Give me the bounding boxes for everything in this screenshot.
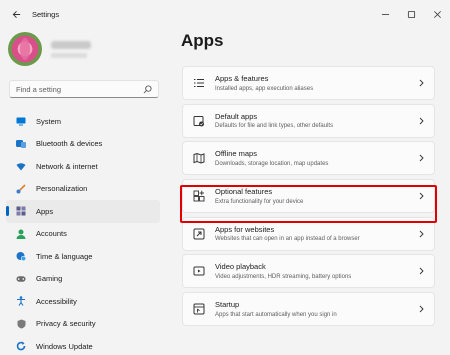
sidebar-item-label: Accessibility bbox=[36, 296, 77, 306]
default-apps-icon bbox=[193, 115, 205, 127]
window-title: Settings bbox=[32, 9, 60, 19]
brush-icon bbox=[16, 184, 26, 194]
card-title: Optional features bbox=[215, 187, 273, 197]
back-arrow-icon bbox=[12, 10, 20, 18]
sidebar-item-windows-update[interactable]: Windows Update bbox=[6, 335, 160, 355]
card-title: Video playback bbox=[215, 262, 266, 272]
sidebar-item-accounts[interactable]: Accounts bbox=[6, 223, 160, 246]
window-controls bbox=[372, 0, 450, 28]
sidebar-item-apps[interactable]: Apps bbox=[6, 200, 160, 223]
person-icon bbox=[16, 229, 26, 239]
video-playback-card[interactable]: Video playback Video adjustments, HDR str… bbox=[182, 254, 435, 289]
optional-features-card[interactable]: Optional features Extra functionality for… bbox=[182, 179, 435, 214]
list-icon bbox=[193, 77, 205, 89]
sidebar-item-bluetooth[interactable]: Bluetooth & devices bbox=[6, 133, 160, 156]
user-profile[interactable] bbox=[8, 32, 91, 66]
sidebar-item-personalization[interactable]: Personalization bbox=[6, 178, 160, 201]
sidebar-item-label: Time & language bbox=[36, 251, 93, 261]
sidebar-item-time-language[interactable]: Time & language bbox=[6, 245, 160, 268]
profile-email-blurred bbox=[51, 52, 87, 58]
back-button[interactable] bbox=[2, 0, 30, 28]
chevron-right-icon bbox=[419, 79, 424, 87]
sidebar: System Bluetooth & devices Network & int… bbox=[0, 28, 168, 355]
gamepad-icon bbox=[16, 274, 26, 284]
card-description: Defaults for file and link types, other … bbox=[215, 123, 334, 130]
search-box[interactable] bbox=[9, 80, 159, 98]
card-description: Apps that start automatically when you s… bbox=[215, 311, 337, 318]
card-title: Apps for websites bbox=[215, 224, 275, 234]
chevron-right-icon bbox=[419, 268, 424, 275]
sidebar-item-label: Gaming bbox=[36, 274, 63, 284]
optional-features-icon bbox=[193, 190, 205, 202]
chevron-right-icon bbox=[419, 117, 424, 125]
apps-icon bbox=[16, 206, 26, 216]
chevron-right-icon bbox=[419, 230, 424, 238]
apps-settings-list: Apps & features Installed apps, app execu… bbox=[182, 66, 435, 330]
card-description: Downloads, storage location, map updates bbox=[215, 160, 329, 167]
globe-clock-icon bbox=[16, 251, 26, 262]
bluetooth-icon bbox=[16, 139, 26, 149]
update-icon bbox=[16, 341, 26, 351]
card-description: Websites that can open in an app instead… bbox=[215, 236, 360, 243]
web-link-icon bbox=[193, 228, 205, 240]
offline-maps-card[interactable]: Offline maps Downloads, storage location,… bbox=[182, 141, 435, 176]
card-title: Apps & features bbox=[215, 74, 269, 83]
maximize-icon bbox=[407, 10, 415, 18]
map-icon bbox=[193, 152, 205, 164]
card-title: Startup bbox=[215, 300, 240, 310]
page-title: Apps bbox=[181, 31, 224, 50]
shield-icon bbox=[16, 319, 26, 329]
close-icon bbox=[433, 10, 441, 18]
chevron-right-icon bbox=[419, 305, 424, 313]
chevron-right-icon bbox=[419, 192, 424, 200]
sidebar-item-privacy[interactable]: Privacy & security bbox=[6, 313, 160, 336]
card-description: Video adjustments, HDR streaming, batter… bbox=[215, 273, 352, 280]
chevron-right-icon bbox=[419, 155, 424, 162]
avatar bbox=[8, 32, 42, 66]
video-icon bbox=[193, 265, 205, 277]
sidebar-item-label: Personalization bbox=[36, 184, 88, 194]
default-apps-card[interactable]: Default apps Defaults for file and link t… bbox=[182, 103, 435, 138]
wifi-icon bbox=[16, 161, 26, 171]
sidebar-item-label: Network & internet bbox=[36, 161, 98, 171]
sidebar-item-label: Apps bbox=[36, 206, 54, 216]
search-icon[interactable] bbox=[143, 85, 152, 94]
sidebar-item-network[interactable]: Network & internet bbox=[6, 155, 160, 178]
maximize-button[interactable] bbox=[398, 0, 424, 28]
profile-name-blurred bbox=[51, 40, 91, 49]
sidebar-item-label: Bluetooth & devices bbox=[36, 139, 103, 149]
apps-and-features-card[interactable]: Apps & features Installed apps, app execu… bbox=[182, 66, 435, 100]
monitor-icon bbox=[16, 116, 26, 126]
sidebar-nav: System Bluetooth & devices Network & int… bbox=[6, 110, 160, 355]
sidebar-item-gaming[interactable]: Gaming bbox=[6, 268, 160, 291]
sidebar-item-accessibility[interactable]: Accessibility bbox=[6, 290, 160, 313]
search-input[interactable] bbox=[16, 84, 141, 94]
sidebar-item-label: Windows Update bbox=[36, 341, 93, 351]
card-title: Offline maps bbox=[215, 149, 257, 159]
minimize-button[interactable] bbox=[372, 0, 398, 28]
title-bar: Settings bbox=[0, 0, 450, 28]
card-title: Default apps bbox=[215, 111, 258, 121]
startup-card[interactable]: Startup Apps that start automatically whe… bbox=[182, 292, 435, 327]
accessibility-icon bbox=[16, 296, 26, 307]
sidebar-item-label: Privacy & security bbox=[36, 319, 96, 329]
card-description: Extra functionality for your device bbox=[215, 198, 304, 205]
sidebar-item-label: Accounts bbox=[36, 229, 67, 239]
close-button[interactable] bbox=[424, 0, 450, 28]
sidebar-item-label: System bbox=[36, 116, 62, 126]
startup-icon bbox=[193, 303, 205, 315]
apps-for-websites-card[interactable]: Apps for websites Websites that can open … bbox=[182, 216, 435, 251]
sidebar-item-system[interactable]: System bbox=[6, 110, 160, 133]
minimize-icon bbox=[381, 13, 389, 15]
card-description: Installed apps, app execution aliases bbox=[215, 85, 314, 92]
